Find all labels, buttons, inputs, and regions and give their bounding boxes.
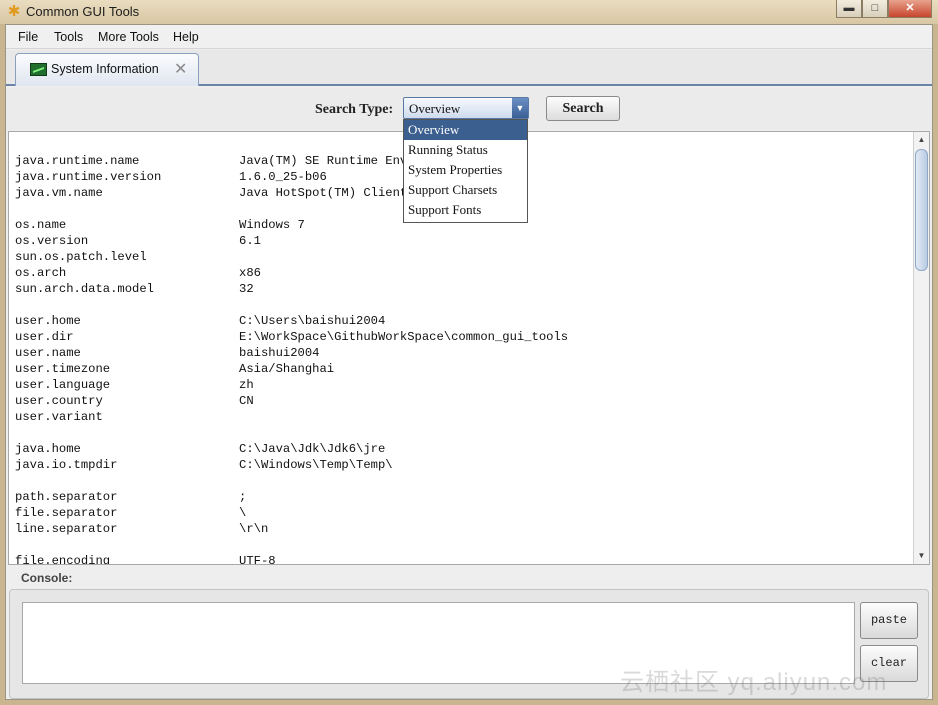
monitor-icon: [30, 63, 47, 76]
menu-more-tools[interactable]: More Tools: [98, 30, 159, 44]
property-key: user.dir: [15, 330, 74, 344]
property-value: 6.1: [239, 234, 261, 248]
property-value: CN: [239, 394, 254, 408]
property-key: file.separator: [15, 506, 118, 520]
search-type-select[interactable]: Overview ▼: [403, 97, 529, 119]
property-value: Java HotSpot(TM) Client: [239, 186, 408, 200]
property-key: file.encoding: [15, 554, 111, 565]
property-key: os.version: [15, 234, 89, 248]
property-key: user.name: [15, 346, 81, 360]
property-key: java.vm.name: [15, 186, 103, 200]
property-key: user.country: [15, 394, 103, 408]
dropdown-option-support-fonts[interactable]: Support Fonts: [404, 200, 527, 220]
vertical-scrollbar[interactable]: ▲ ▼: [913, 132, 929, 564]
property-key: user.language: [15, 378, 111, 392]
property-key: os.name: [15, 218, 67, 232]
dropdown-option-running-status[interactable]: Running Status: [404, 140, 527, 160]
property-key: path.separator: [15, 490, 118, 504]
console-label: Console:: [21, 571, 73, 585]
window-client: File Tools More Tools Help System Inform…: [5, 24, 933, 700]
close-button[interactable]: ✕: [888, 0, 932, 18]
tab-strip: System Information ✕: [6, 50, 932, 86]
property-value: zh: [239, 378, 254, 392]
search-button[interactable]: Search: [546, 96, 620, 121]
property-key: java.home: [15, 442, 81, 456]
chevron-down-icon[interactable]: ▼: [512, 98, 528, 118]
scroll-down-icon[interactable]: ▼: [914, 548, 929, 564]
tab-label: System Information: [51, 62, 159, 76]
property-key: java.runtime.version: [15, 170, 162, 184]
property-value: \r\n: [239, 522, 269, 536]
close-tab-icon[interactable]: ✕: [174, 59, 187, 79]
property-value: 32: [239, 282, 254, 296]
window-title: Common GUI Tools: [26, 4, 140, 19]
scrollbar-thumb[interactable]: [915, 149, 928, 271]
scroll-up-icon[interactable]: ▲: [914, 132, 929, 148]
menu-tools[interactable]: Tools: [54, 30, 83, 44]
watermark: 云栖社区 yq.aliyun.com: [620, 669, 888, 696]
dropdown-option-system-properties[interactable]: System Properties: [404, 160, 527, 180]
search-type-label: Search Type:: [315, 102, 394, 117]
window-titlebar: ✱ Common GUI Tools ▬ □ ✕: [0, 0, 938, 24]
property-key: user.timezone: [15, 362, 111, 376]
search-type-dropdown: Overview Running Status System Propertie…: [403, 119, 528, 223]
property-value: E:\WorkSpace\GithubWorkSpace\common_gui_…: [239, 330, 569, 344]
maximize-button[interactable]: □: [862, 0, 888, 18]
minimize-button[interactable]: ▬: [836, 0, 862, 18]
menu-file[interactable]: File: [18, 30, 38, 44]
property-key: sun.arch.data.model: [15, 282, 154, 296]
dropdown-option-overview[interactable]: Overview: [404, 120, 527, 140]
property-value: Java(TM) SE Runtime Envi: [239, 154, 415, 168]
dropdown-option-support-charsets[interactable]: Support Charsets: [404, 180, 527, 200]
menu-bar: File Tools More Tools Help: [6, 25, 932, 49]
property-value: C:\Users\baishui2004: [239, 314, 386, 328]
property-key: user.home: [15, 314, 81, 328]
paste-button[interactable]: paste: [860, 602, 918, 639]
gear-icon: ✱: [7, 3, 21, 20]
property-key: sun.os.patch.level: [15, 250, 147, 264]
property-value: ;: [239, 490, 247, 504]
property-value: C:\Java\Jdk\Jdk6\jre: [239, 442, 386, 456]
menu-help[interactable]: Help: [173, 30, 199, 44]
property-value: Windows 7: [239, 218, 305, 232]
tab-system-information[interactable]: System Information ✕: [15, 53, 199, 86]
property-value: 1.6.0_25-b06: [239, 170, 327, 184]
property-key: line.separator: [15, 522, 118, 536]
property-value: UTF-8: [239, 554, 276, 565]
search-type-value: Overview: [409, 101, 461, 116]
property-key: user.variant: [15, 410, 103, 424]
property-value: x86: [239, 266, 261, 280]
property-key: os.arch: [15, 266, 67, 280]
property-value: C:\Windows\Temp\Temp\: [239, 458, 393, 472]
property-value: \: [239, 506, 247, 520]
property-key: java.io.tmpdir: [15, 458, 118, 472]
property-value: baishui2004: [239, 346, 320, 360]
property-value: Asia/Shanghai: [239, 362, 335, 376]
property-key: java.runtime.name: [15, 154, 140, 168]
